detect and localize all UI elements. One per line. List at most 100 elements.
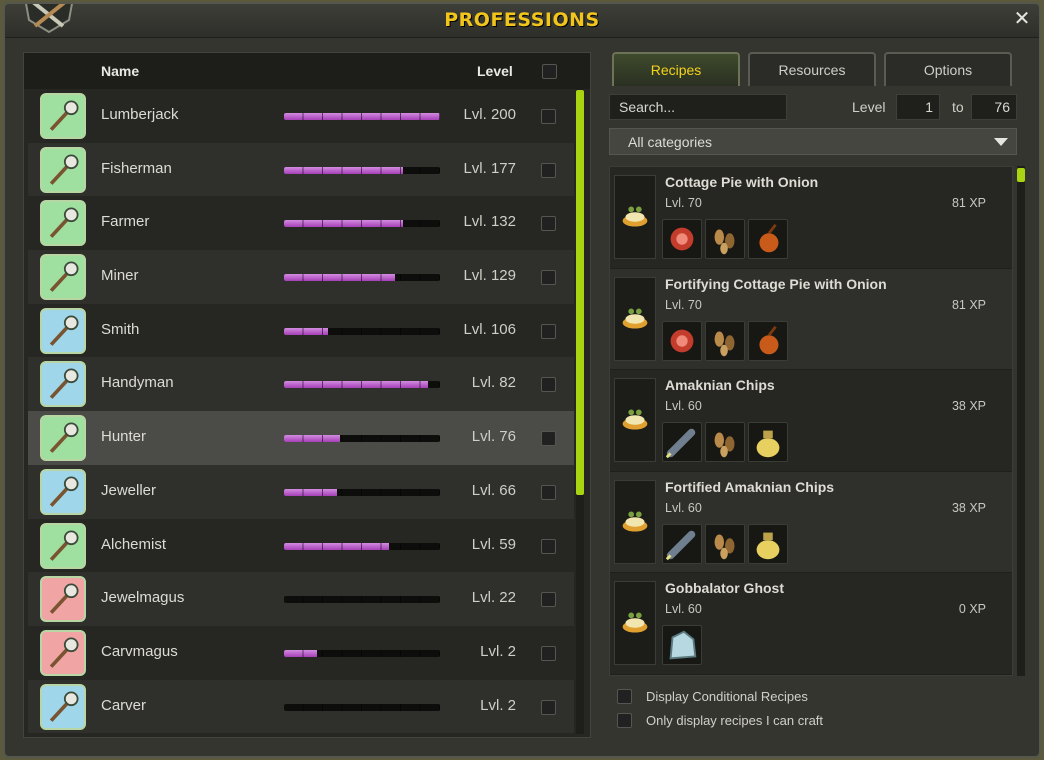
profession-checkbox[interactable]	[541, 699, 556, 715]
profession-name: Jewelmagus	[101, 589, 185, 607]
recipe-level: Lvl. 60	[665, 602, 702, 616]
profession-row-alchemist[interactable]: Alchemist Lvl. 59	[28, 519, 574, 573]
recipes-scrollbar[interactable]	[1017, 166, 1025, 676]
seeds-icon[interactable]	[705, 219, 745, 259]
conditional-recipes-option[interactable]: Display Conditional Recipes	[617, 688, 808, 705]
seeds-icon[interactable]	[705, 320, 745, 361]
profession-row-jeweller[interactable]: Jeweller Lvl. 66	[28, 464, 574, 519]
professions-scrollbar-thumb[interactable]	[576, 90, 584, 495]
close-icon[interactable]: ✕	[1011, 8, 1033, 30]
craftable-only-checkbox[interactable]	[617, 713, 632, 729]
oil-jar-icon[interactable]	[748, 422, 788, 462]
axe-icon	[40, 93, 86, 139]
profession-name: Carver	[101, 696, 147, 714]
profession-name: Alchemist	[101, 535, 167, 553]
profession-row-farmer[interactable]: Farmer Lvl. 132	[28, 196, 574, 250]
onion-icon[interactable]	[748, 320, 788, 361]
conditional-recipes-checkbox[interactable]	[617, 689, 632, 705]
tab-options[interactable]: Options	[884, 52, 1012, 86]
profession-level: Lvl. 22	[471, 589, 516, 607]
seeds-icon[interactable]	[705, 422, 745, 462]
recipe-item[interactable]: Cottage Pie with Onion Lvl. 70 81 XP	[610, 167, 1012, 269]
profession-level: Lvl. 2	[480, 642, 516, 660]
recipe-name: Cottage Pie with Onion	[665, 174, 819, 190]
profession-checkbox[interactable]	[541, 484, 556, 500]
profession-checkbox[interactable]	[541, 270, 556, 286]
recipe-result-icon[interactable]	[614, 479, 656, 564]
seeds-icon[interactable]	[705, 523, 745, 564]
profession-level: Lvl. 59	[471, 535, 516, 553]
select-all-checkbox[interactable]	[542, 64, 557, 79]
profession-level: Lvl. 200	[463, 106, 516, 123]
bow-rune-icon	[40, 629, 86, 676]
scythe-icon	[40, 200, 86, 247]
title-bar: PROFESSIONS ✕	[5, 4, 1039, 38]
recipes-scrollbar-thumb[interactable]	[1017, 168, 1025, 182]
ingredient-list	[662, 625, 702, 665]
professions-list: Lumberjack Lvl. 200 Fisherman Lvl. 177 Farme…	[28, 89, 574, 734]
recipe-level: Lvl. 60	[665, 500, 702, 515]
profession-checkbox[interactable]	[541, 162, 556, 178]
profession-checkbox[interactable]	[541, 216, 556, 232]
profession-row-smith[interactable]: Smith Lvl. 106	[28, 304, 574, 358]
profession-row-carver[interactable]: Carver Lvl. 2	[28, 679, 574, 734]
profession-row-hunter[interactable]: Hunter Lvl. 76	[28, 411, 574, 465]
ghost-icon[interactable]	[662, 625, 702, 665]
recipe-result-icon[interactable]	[614, 378, 656, 462]
profession-checkbox[interactable]	[541, 592, 556, 608]
profession-row-handyman[interactable]: Handyman Lvl. 82	[28, 357, 574, 412]
recipe-item[interactable]: Fortified Amaknian Chips Lvl. 60 38 XP	[610, 471, 1012, 573]
recipe-xp: 38 XP	[951, 500, 986, 515]
ingredient-list	[662, 320, 788, 361]
search-input[interactable]	[609, 94, 787, 120]
profession-level: Lvl. 66	[471, 481, 516, 499]
root-icon[interactable]	[662, 523, 702, 564]
recipe-result-icon[interactable]	[614, 276, 656, 361]
recipe-result-icon[interactable]	[614, 175, 656, 259]
onion-icon[interactable]	[748, 219, 788, 259]
profession-checkbox[interactable]	[541, 538, 556, 554]
level-progress-bar	[284, 274, 440, 282]
recipe-item[interactable]: Amaknian Chips Lvl. 60 38 XP	[610, 370, 1012, 472]
profession-row-jewelmagus[interactable]: Jewelmagus Lvl. 22	[28, 572, 574, 626]
potion-icon	[40, 522, 86, 569]
recipe-item[interactable]: Gobbalator Ghost Lvl. 60 0 XP	[610, 573, 1012, 675]
profession-name: Lumberjack	[101, 106, 179, 123]
tab-resources[interactable]: Resources	[748, 52, 876, 86]
profession-name: Farmer	[101, 213, 150, 231]
gem-rune-icon	[40, 576, 86, 623]
recipes-panel: Recipes Resources Options Level to All c…	[597, 44, 1029, 738]
category-select-value: All categories	[628, 134, 713, 150]
profession-row-carvmagus[interactable]: Carvmagus Lvl. 2	[28, 626, 574, 680]
level-column-header[interactable]: Level	[477, 63, 513, 79]
meat-icon[interactable]	[662, 320, 702, 361]
profession-name: Fisherman	[101, 159, 172, 177]
professions-window: PROFESSIONS ✕ Name Level Lumberjack Lvl. …	[3, 2, 1041, 758]
tab-recipes[interactable]: Recipes	[612, 52, 740, 86]
recipe-xp: 81 XP	[951, 297, 986, 312]
meat-icon[interactable]	[662, 219, 702, 259]
profession-checkbox[interactable]	[541, 377, 556, 393]
name-column-header[interactable]: Name	[101, 63, 139, 79]
recipe-xp: 0 XP	[958, 602, 986, 616]
professions-panel: Name Level Lumberjack Lvl. 200 Fisherman Lv…	[23, 52, 591, 738]
profession-row-fisherman[interactable]: Fisherman Lvl. 177	[28, 142, 574, 197]
root-icon[interactable]	[662, 422, 702, 462]
profession-row-miner[interactable]: Miner Lvl. 129	[28, 250, 574, 304]
recipe-result-icon[interactable]	[614, 581, 656, 665]
profession-checkbox[interactable]	[541, 431, 556, 447]
level-min-input[interactable]	[896, 94, 940, 120]
chevron-down-icon	[994, 138, 1008, 146]
category-select[interactable]: All categories	[609, 128, 1017, 155]
profession-checkbox[interactable]	[541, 645, 556, 661]
profession-row-lumberjack[interactable]: Lumberjack Lvl. 200	[28, 89, 574, 143]
profession-checkbox[interactable]	[541, 109, 556, 124]
level-max-input[interactable]	[971, 94, 1017, 120]
recipe-item[interactable]: Fortifying Cottage Pie with Onion Lvl. 70…	[610, 268, 1012, 370]
craftable-only-option[interactable]: Only display recipes I can craft	[617, 712, 823, 729]
oil-jar-icon[interactable]	[748, 523, 788, 564]
window-title: PROFESSIONS	[444, 9, 600, 31]
professions-header: Name Level	[24, 53, 590, 89]
ingredient-list	[662, 422, 788, 462]
profession-checkbox[interactable]	[541, 323, 556, 339]
